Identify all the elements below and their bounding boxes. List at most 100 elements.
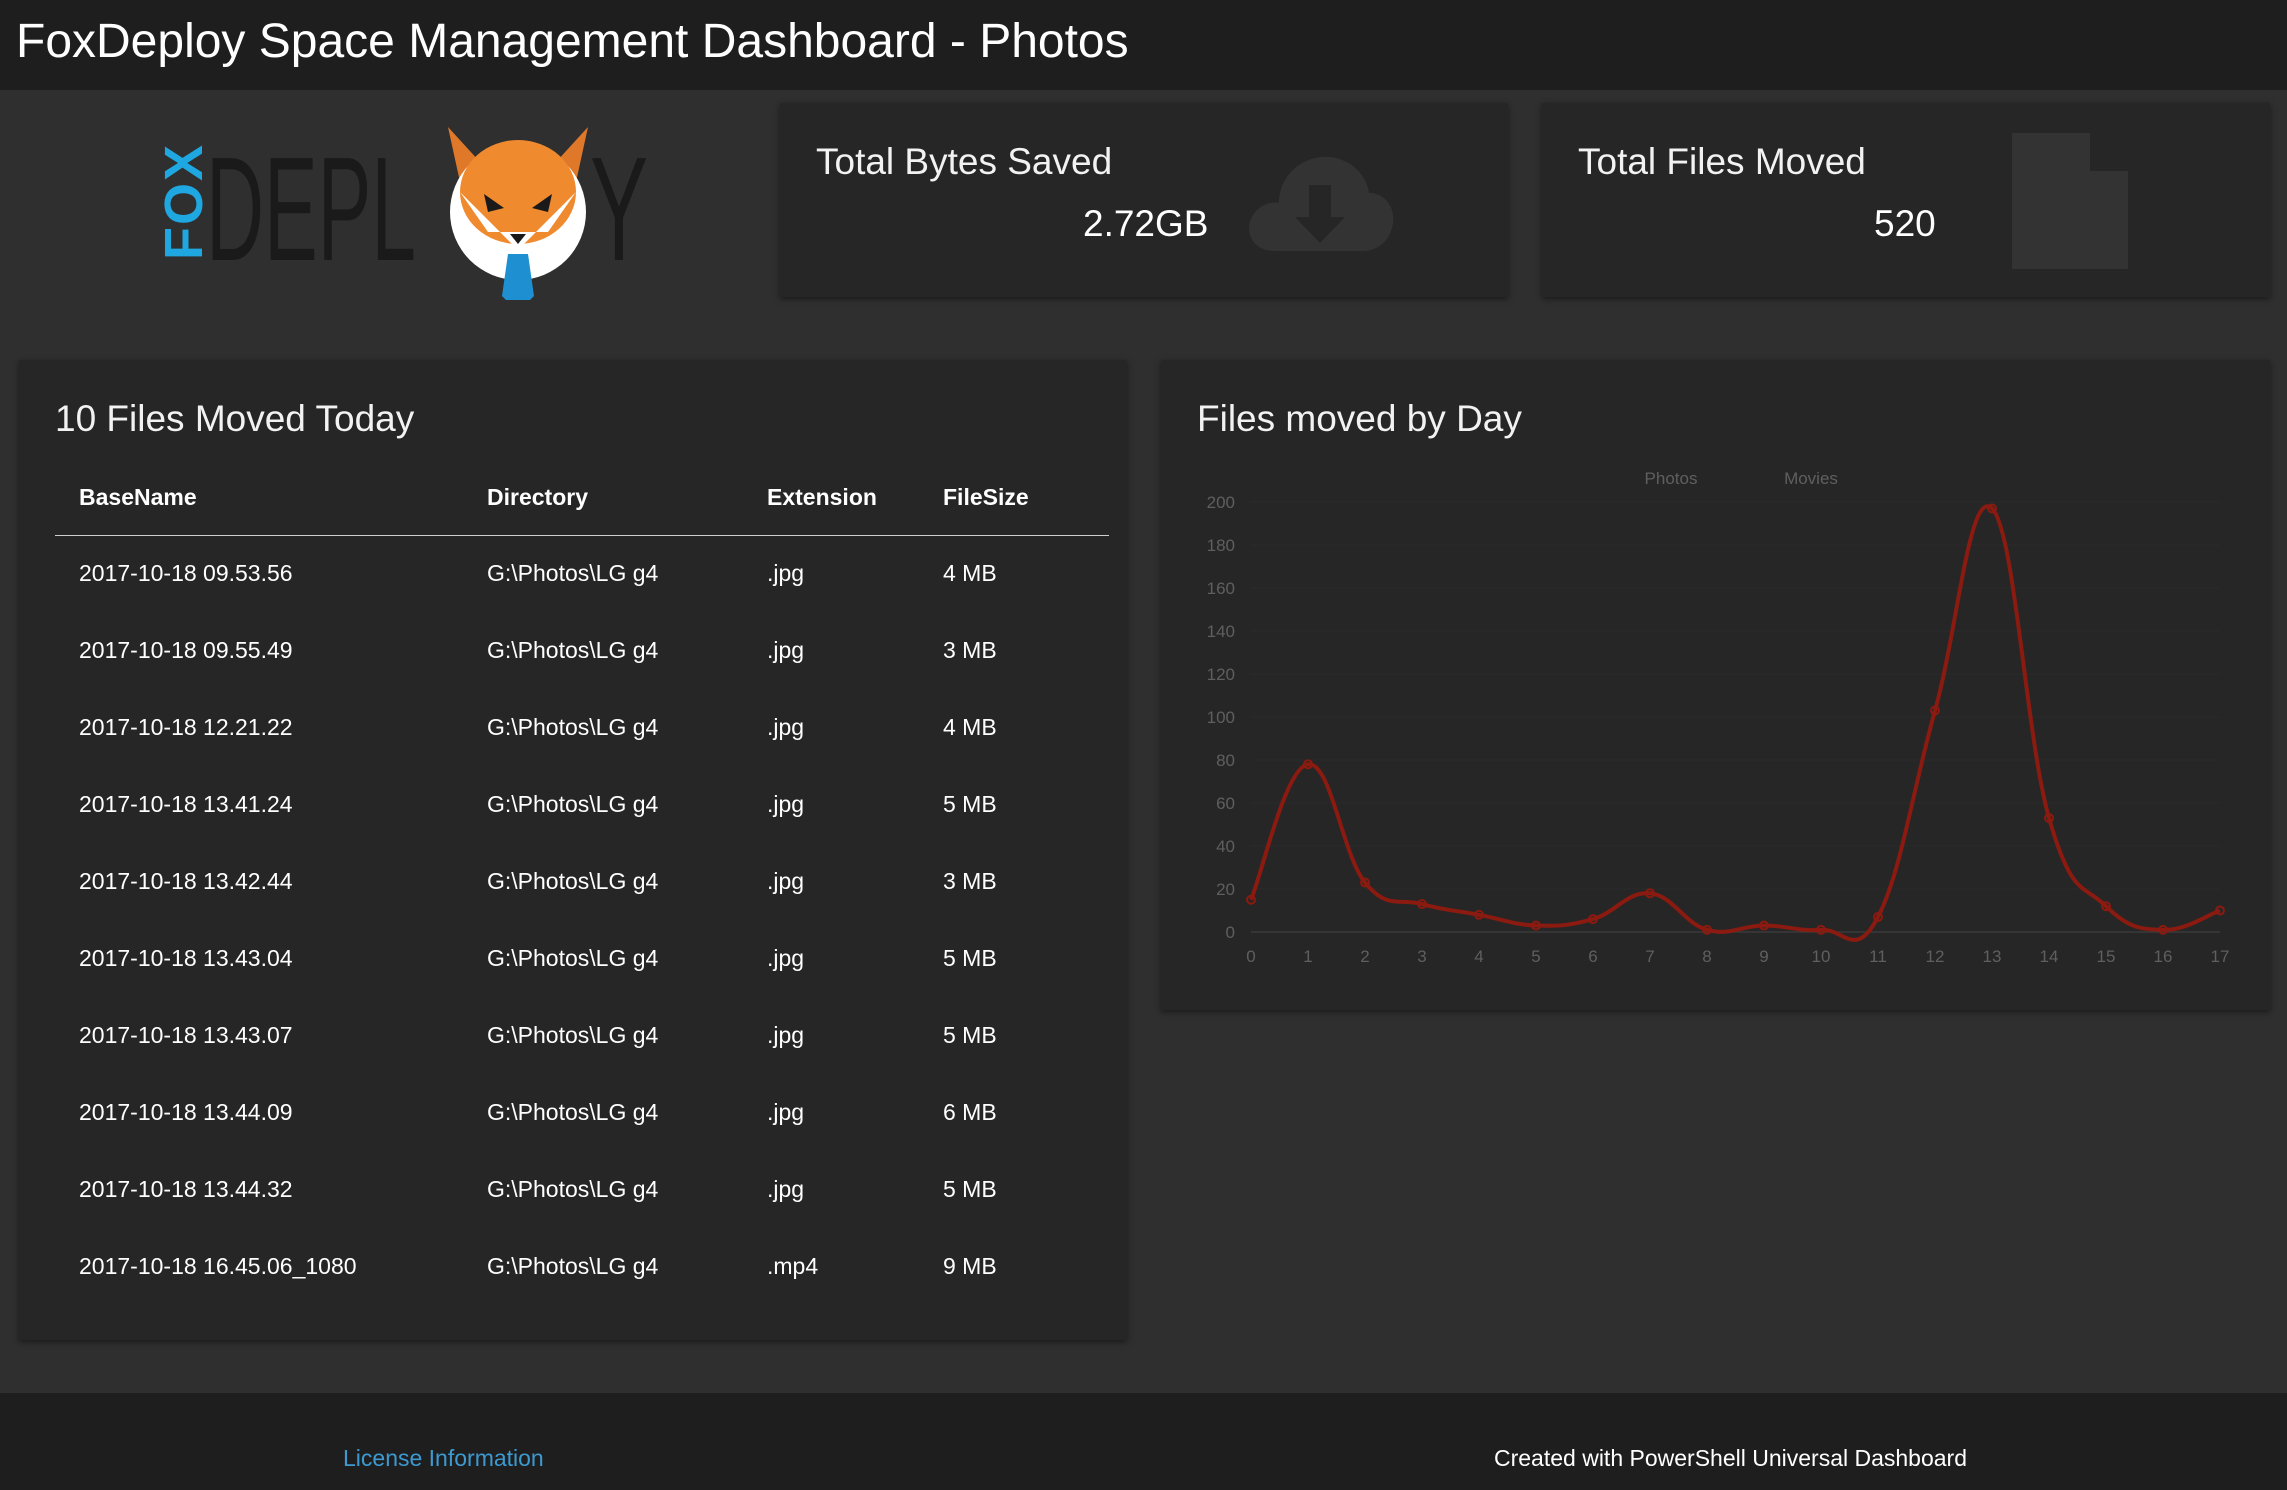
cell-directory: G:\Photos\LG g4 xyxy=(487,637,659,663)
logo-end-text: Y xyxy=(590,127,648,292)
cell-directory: G:\Photos\LG g4 xyxy=(487,1099,659,1125)
cell-extension: .mp4 xyxy=(767,1253,819,1279)
x-tick-label: 0 xyxy=(1246,947,1255,966)
table-row: 2017-10-18 13.43.04 G:\Photos\LG g4 .jpg… xyxy=(55,920,1109,997)
cell-directory: G:\Photos\LG g4 xyxy=(487,714,659,740)
counter-title: Total Bytes Saved xyxy=(816,141,1113,182)
page-title: FoxDeploy Space Management Dashboard - P… xyxy=(16,15,1129,68)
cell-basename: 2017-10-18 13.43.07 xyxy=(79,1022,293,1048)
table-row: 2017-10-18 09.53.56 G:\Photos\LG g4 .jpg… xyxy=(55,535,1109,612)
files-by-day-chart: 0204060801001201401601802000 1 2 3 4 5 6 7 8 9 10 1… xyxy=(1207,469,2230,966)
cell-filesize: 6 MB xyxy=(943,1099,997,1125)
cell-extension: .jpg xyxy=(767,1176,805,1202)
cell-basename: 2017-10-18 09.53.56 xyxy=(79,560,293,587)
cell-filesize: 9 MB xyxy=(943,1253,997,1279)
x-tick-label: 7 xyxy=(1645,947,1654,966)
y-tick-label: 40 xyxy=(1216,837,1235,856)
x-tick-label: 4 xyxy=(1474,947,1483,966)
cell-extension: .jpg xyxy=(767,637,805,663)
cell-extension: .jpg xyxy=(767,714,805,740)
cell-basename: 2017-10-18 13.42.44 xyxy=(79,868,293,894)
cell-extension: .jpg xyxy=(767,560,805,587)
y-tick-label: 100 xyxy=(1207,708,1235,727)
foxdeploy-logo: FOX DEPL Y xyxy=(154,127,648,300)
table-row: 2017-10-18 13.41.24 G:\Photos\LG g4 .jpg… xyxy=(55,766,1109,843)
cell-extension: .jpg xyxy=(767,1099,805,1125)
created-with-text: Created with PowerShell Universal Dashbo… xyxy=(1494,1445,1968,1471)
x-tick-label: 16 xyxy=(2154,947,2173,966)
table-row: 2017-10-18 13.43.07 G:\Photos\LG g4 .jpg… xyxy=(55,997,1109,1074)
files-table-title: 10 Files Moved Today xyxy=(55,398,415,439)
x-tick-label: 2 xyxy=(1360,947,1369,966)
x-tick-label: 17 xyxy=(2211,947,2230,966)
cell-basename: 2017-10-18 13.43.04 xyxy=(79,945,293,971)
cell-filesize: 4 MB xyxy=(943,714,997,740)
cell-extension: .jpg xyxy=(767,868,805,894)
cell-filesize: 3 MB xyxy=(943,637,997,663)
cell-filesize: 4 MB xyxy=(943,560,997,587)
table-row: 2017-10-18 12.21.22 G:\Photos\LG g4 .jpg… xyxy=(55,689,1109,766)
x-tick-label: 14 xyxy=(2040,947,2059,966)
cell-extension: .jpg xyxy=(767,791,805,817)
x-tick-label: 3 xyxy=(1417,947,1426,966)
x-tick-label: 8 xyxy=(1702,947,1711,966)
column-header-filesize[interactable]: FileSize xyxy=(943,460,1109,536)
table-header-row: BaseName Directory Extension FileSize xyxy=(55,460,1109,536)
logo-deploy-text: DEPL xyxy=(206,127,416,292)
cell-basename: 2017-10-18 13.41.24 xyxy=(79,791,293,817)
cell-filesize: 5 MB xyxy=(943,791,997,817)
y-tick-label: 140 xyxy=(1207,622,1235,641)
y-tick-label: 0 xyxy=(1226,923,1235,942)
cell-directory: G:\Photos\LG g4 xyxy=(487,560,659,587)
x-tick-label: 13 xyxy=(1983,947,2002,966)
footer: License Information Created with PowerSh… xyxy=(0,1393,2287,1490)
cell-filesize: 5 MB xyxy=(943,1022,997,1048)
y-tick-label: 80 xyxy=(1216,751,1235,770)
file-icon xyxy=(2012,133,2128,269)
counter-value: 2.72GB xyxy=(1083,203,1209,244)
y-tick-label: 120 xyxy=(1207,665,1235,684)
license-information-link[interactable]: License Information xyxy=(343,1445,544,1472)
chart-card: Files moved by Day 0 20 40 60 80 100 120 140 160… xyxy=(1161,360,2270,1010)
cell-basename: 2017-10-18 16.45.06_1080 xyxy=(79,1253,357,1279)
cell-extension: .jpg xyxy=(767,945,805,971)
table-row: 2017-10-18 13.44.09 G:\Photos\LG g4 .jpg… xyxy=(55,1074,1109,1151)
cell-directory: G:\Photos\LG g4 xyxy=(487,791,659,817)
y-tick-label: 200 xyxy=(1207,493,1235,512)
fox-head-icon xyxy=(448,127,588,300)
cell-directory: G:\Photos\LG g4 xyxy=(487,1176,659,1202)
cell-directory: G:\Photos\LG g4 xyxy=(487,868,659,894)
cell-extension: .jpg xyxy=(767,1022,805,1048)
column-header-directory[interactable]: Directory xyxy=(487,460,767,536)
x-tick-label: 15 xyxy=(2097,947,2116,966)
cloud-download-icon xyxy=(1249,156,1394,251)
table-row: 2017-10-18 13.42.44 G:\Photos\LG g4 .jpg… xyxy=(55,843,1109,920)
counter-value: 520 xyxy=(1874,203,1936,244)
y-tick-label: 60 xyxy=(1216,794,1235,813)
series-line-photos xyxy=(1249,504,2221,942)
cell-directory: G:\Photos\LG g4 xyxy=(487,1253,659,1279)
files-table: BaseName Directory Extension FileSize 20… xyxy=(55,460,1109,1305)
legend-entry: Movies xyxy=(1784,469,1838,488)
table-row: 2017-10-18 13.44.32 G:\Photos\LG g4 .jpg… xyxy=(55,1151,1109,1228)
cell-filesize: 5 MB xyxy=(943,1176,997,1202)
top-bar: FoxDeploy Space Management Dashboard - P… xyxy=(0,0,2287,90)
cell-basename: 2017-10-18 13.44.32 xyxy=(79,1176,293,1202)
x-tick-label: 11 xyxy=(1869,947,1887,966)
cell-directory: G:\Photos\LG g4 xyxy=(487,1022,659,1048)
cell-filesize: 5 MB xyxy=(943,945,997,971)
x-tick-label: 9 xyxy=(1759,947,1768,966)
cell-basename: 2017-10-18 09.55.49 xyxy=(79,637,293,663)
cell-basename: 2017-10-18 13.44.09 xyxy=(79,1099,293,1125)
x-tick-label: 10 xyxy=(1812,947,1831,966)
cell-filesize: 3 MB xyxy=(943,868,997,894)
x-tick-label: 12 xyxy=(1926,947,1945,966)
counter-bytes-saved: Total Bytes Saved 2.72GB xyxy=(780,103,1508,297)
legend-entry: Photos xyxy=(1645,469,1698,488)
y-tick-label: 20 xyxy=(1216,880,1235,899)
column-header-basename[interactable]: BaseName xyxy=(55,460,487,536)
x-tick-label: 5 xyxy=(1531,947,1540,966)
column-header-extension[interactable]: Extension xyxy=(767,460,943,536)
counter-files-moved: Total Files Moved 520 xyxy=(1542,103,2270,297)
counter-title: Total Files Moved xyxy=(1578,141,1866,182)
